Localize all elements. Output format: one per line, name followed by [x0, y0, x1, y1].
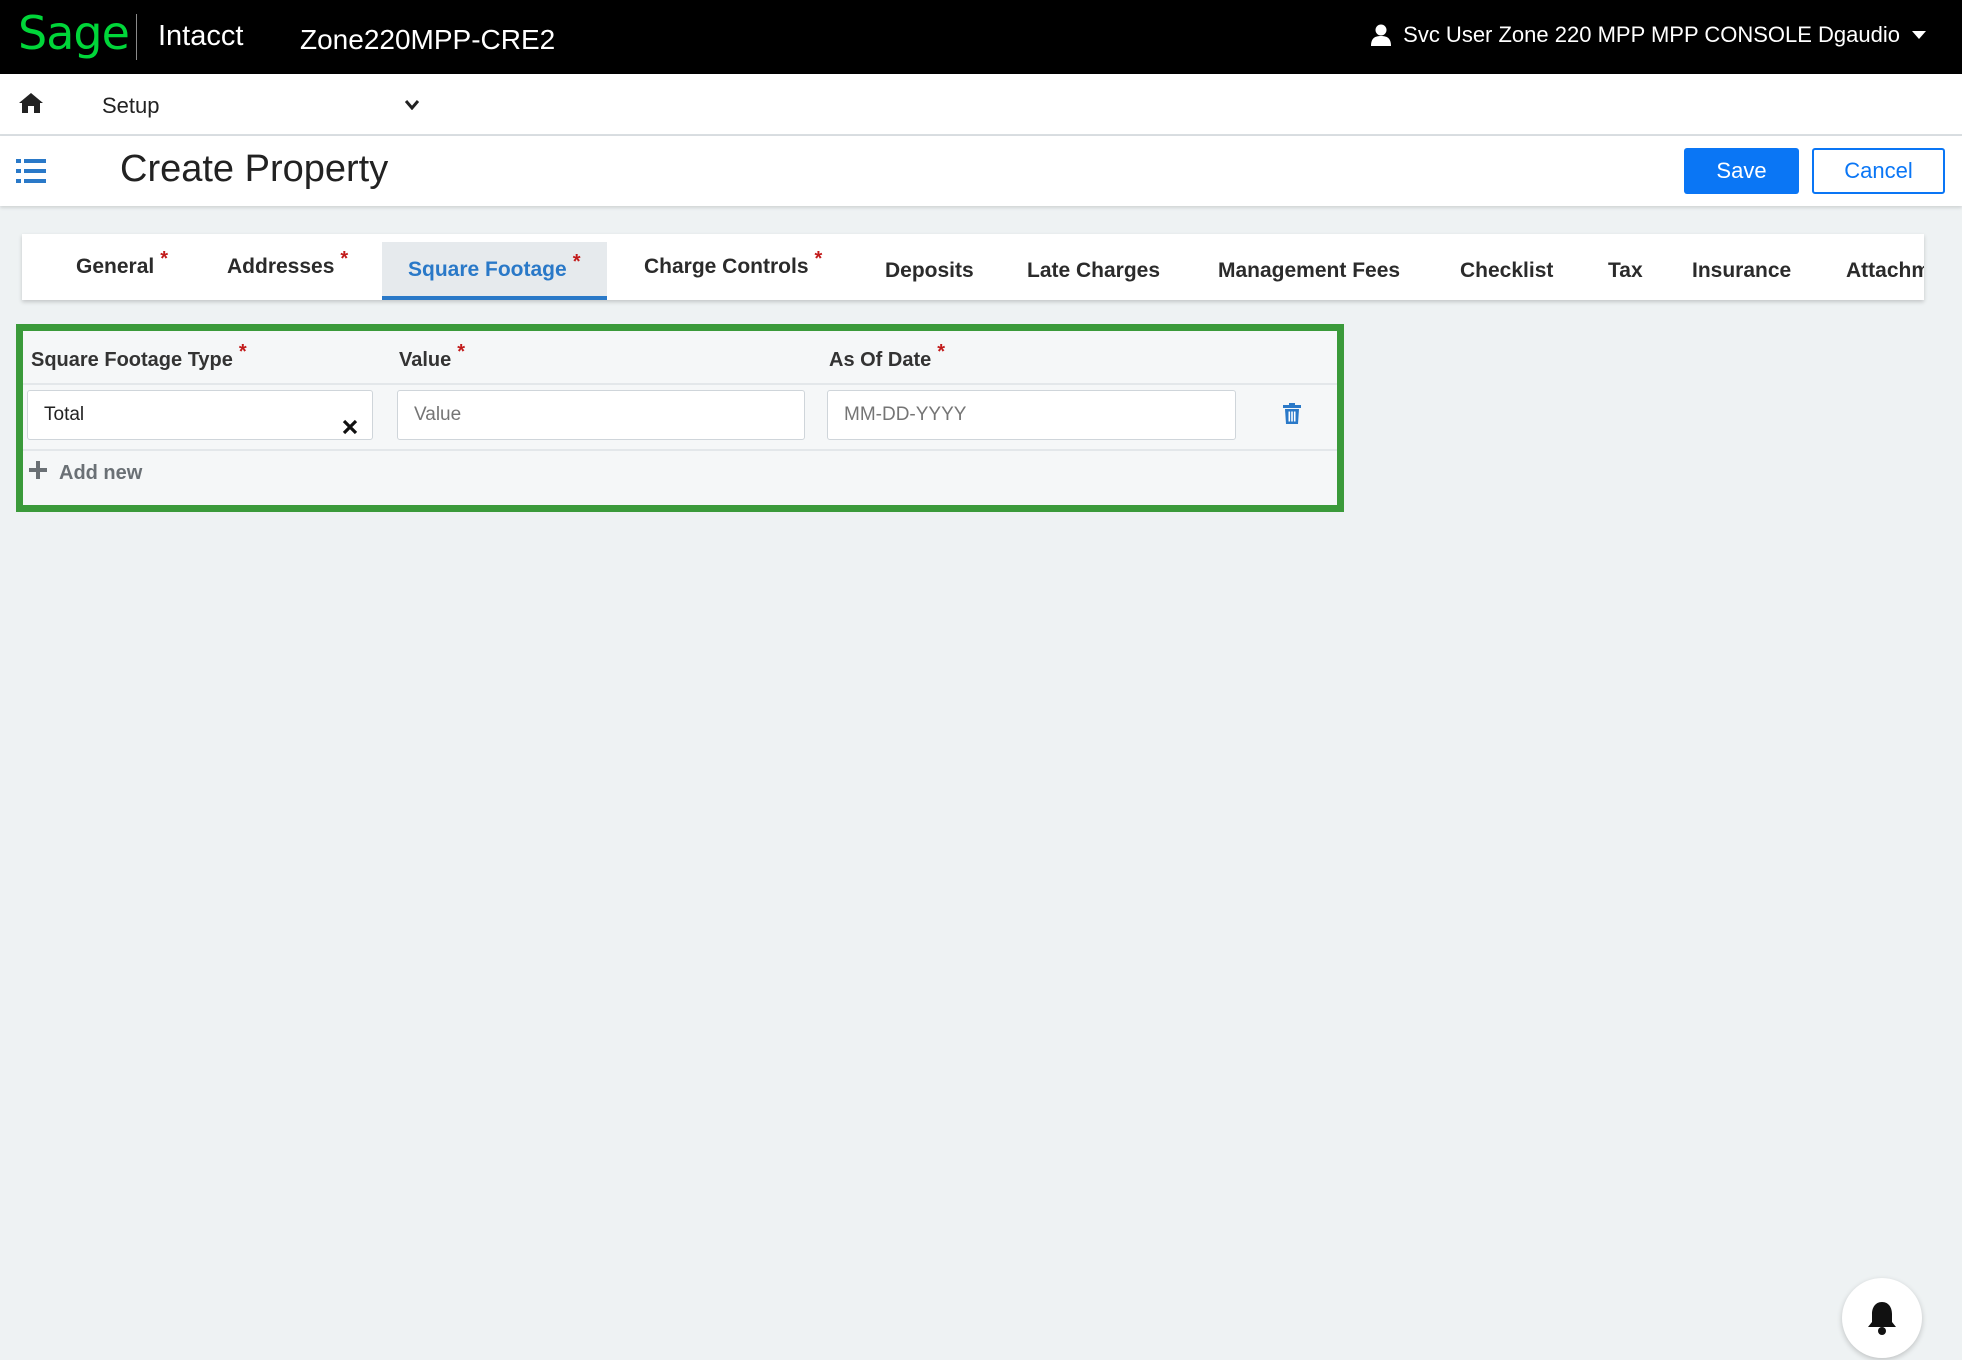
tab-label: Management Fees: [1218, 259, 1401, 282]
tab-management-fees[interactable]: Management Fees: [1218, 238, 1400, 300]
top-bar: Sage Intacct Zone220MPP-CRE2 Svc User Zo…: [0, 0, 1962, 74]
caret-down-icon[interactable]: [1912, 31, 1926, 39]
user-name: Svc User Zone 220 MPP MPP CONSOLE Dgaudi…: [1403, 22, 1900, 47]
user-icon: [1371, 24, 1392, 46]
column-header-value: Value *: [399, 341, 465, 372]
column-label: As Of Date: [829, 349, 932, 371]
add-new-label: Add new: [59, 461, 143, 484]
notifications-button[interactable]: [1842, 1278, 1922, 1358]
tab-label: Square Footage: [408, 258, 567, 281]
required-marker: *: [937, 341, 946, 363]
required-marker: *: [340, 248, 349, 270]
sage-logo[interactable]: Sage: [18, 6, 130, 60]
required-marker: *: [572, 251, 581, 273]
cancel-button[interactable]: Cancel: [1812, 148, 1945, 194]
save-button[interactable]: Save: [1684, 148, 1799, 194]
tab-label: General: [76, 255, 155, 278]
home-icon[interactable]: [18, 92, 44, 119]
tab-label: Tax: [1608, 259, 1643, 282]
tab-label: Addresses: [227, 255, 335, 278]
required-marker: *: [238, 341, 247, 363]
required-marker: *: [457, 341, 466, 363]
plus-icon: [29, 461, 47, 485]
tab-label: Deposits: [885, 259, 974, 282]
column-label: Value: [399, 349, 452, 371]
tab-general[interactable]: General *: [76, 234, 168, 300]
company-name[interactable]: Zone220MPP-CRE2: [300, 24, 555, 56]
chevron-down-icon[interactable]: [404, 97, 420, 115]
table-row: Total: [23, 385, 1337, 451]
page-header: Create Property Save Cancel: [0, 136, 1962, 206]
product-name: Intacct: [158, 20, 244, 52]
setup-menu-label[interactable]: Setup: [102, 93, 160, 119]
tab-bar: General * Addresses * Square Footage * Char…: [22, 234, 1924, 300]
tab-label: Insurance: [1692, 259, 1792, 282]
tab-addresses[interactable]: Addresses *: [227, 234, 348, 300]
column-header-type: Square Footage Type *: [31, 341, 247, 372]
selected-value: Total: [44, 404, 85, 425]
required-marker: *: [160, 248, 169, 270]
user-menu[interactable]: Svc User Zone 220 MPP MPP CONSOLE Dgaudi…: [1371, 22, 1926, 48]
logo-divider: [136, 14, 137, 60]
tab-insurance[interactable]: Insurance: [1692, 238, 1791, 300]
square-footage-grid: Square Footage Type * Value * As Of Date * …: [16, 324, 1344, 512]
module-bar: Setup: [0, 74, 1962, 136]
tab-label: Attachmen: [1846, 259, 1924, 282]
tab-late-charges[interactable]: Late Charges: [1027, 238, 1160, 300]
column-label: Square Footage Type: [31, 349, 233, 371]
required-marker: *: [814, 248, 823, 270]
tab-tax[interactable]: Tax: [1608, 238, 1643, 300]
value-input[interactable]: [397, 390, 805, 440]
tab-attachments[interactable]: Attachmen: [1846, 238, 1924, 300]
tab-deposits[interactable]: Deposits: [885, 238, 974, 300]
tab-square-footage[interactable]: Square Footage *: [382, 242, 607, 300]
column-header-as-of-date: As Of Date *: [829, 341, 945, 372]
list-icon[interactable]: [16, 158, 46, 189]
tab-label: Late Charges: [1027, 259, 1161, 282]
add-new-button[interactable]: Add new: [29, 461, 142, 485]
trash-icon[interactable]: [1283, 403, 1301, 429]
tab-label: Charge Controls: [644, 255, 809, 278]
clear-icon[interactable]: [342, 406, 358, 454]
tab-checklist[interactable]: Checklist: [1460, 238, 1553, 300]
tab-label: Checklist: [1460, 259, 1554, 282]
tab-charge-controls[interactable]: Charge Controls *: [644, 234, 822, 300]
grid-header: Square Footage Type * Value * As Of Date *: [23, 331, 1337, 385]
square-footage-type-select[interactable]: Total: [27, 390, 373, 440]
as-of-date-input[interactable]: [827, 390, 1236, 440]
page-title: Create Property: [120, 148, 389, 190]
